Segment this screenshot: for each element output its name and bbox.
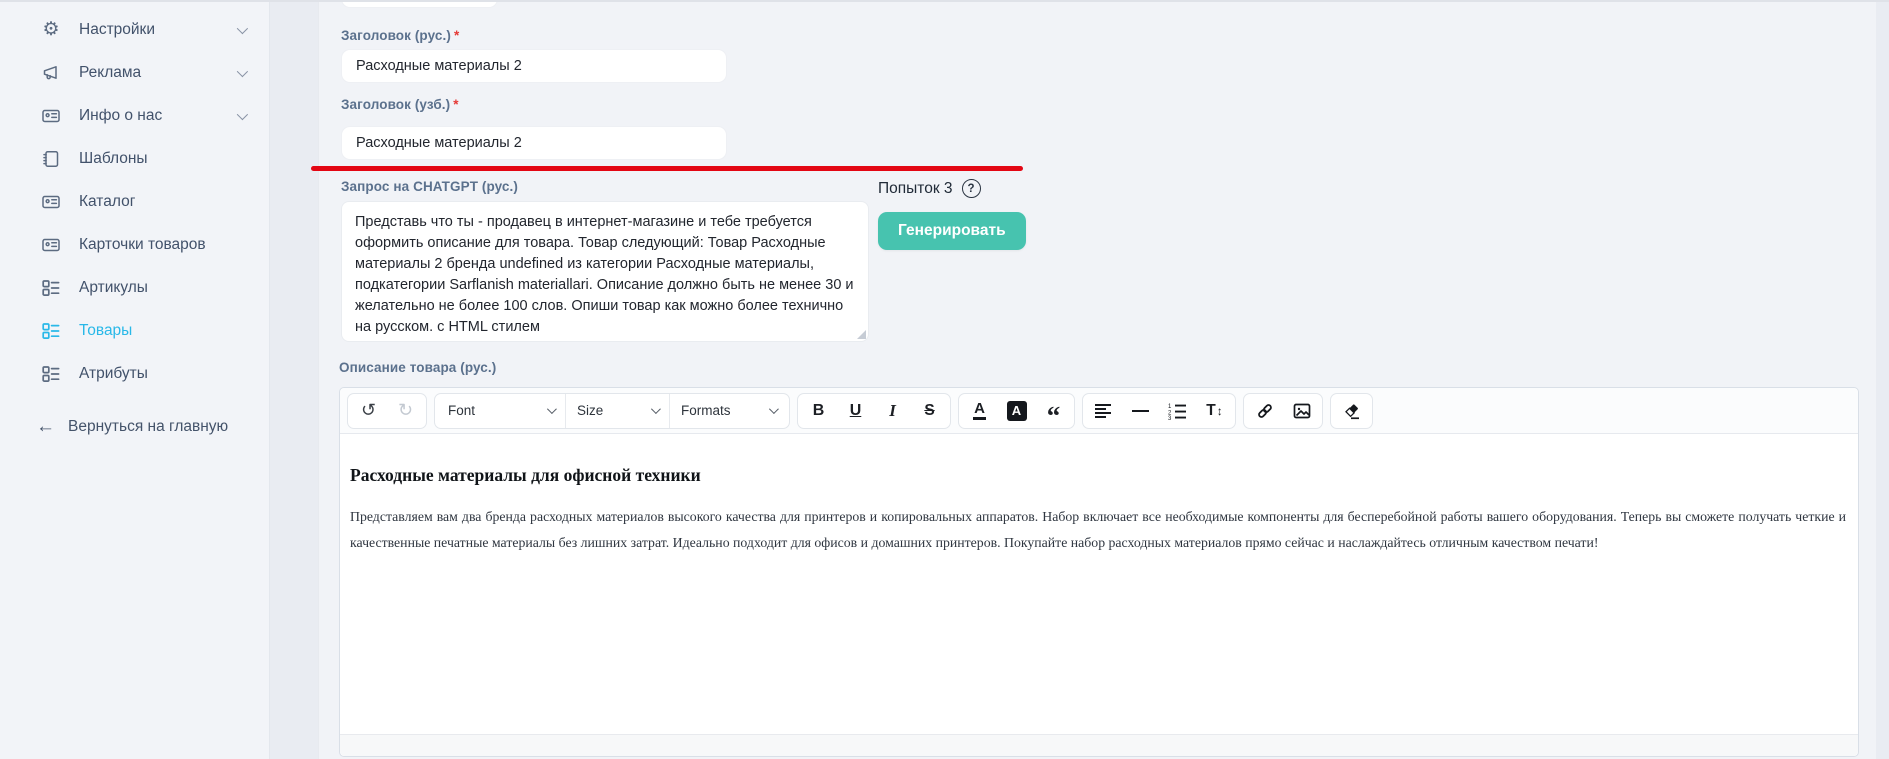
formats-select[interactable]: Formats xyxy=(669,394,787,428)
sidebar-item-label: Каталог xyxy=(79,193,135,211)
title-ru-input[interactable] xyxy=(341,49,727,83)
svg-text:3: 3 xyxy=(1168,416,1172,420)
id-card-icon xyxy=(40,106,62,126)
sidebar-item-templates[interactable]: Шаблоны xyxy=(0,137,269,180)
sidebar: ⚙ Настройки Реклама xyxy=(0,0,270,759)
title-ru-label: Заголовок (рус.)* xyxy=(341,28,459,43)
sidebar-item-label: Реклама xyxy=(79,64,141,82)
align-left-icon xyxy=(1095,404,1113,418)
content-panel: Заголовок (рус.)* Заголовок (узб.)* Запр… xyxy=(318,0,1876,759)
align-left-button[interactable] xyxy=(1085,395,1122,427)
eraser-icon xyxy=(1342,401,1362,421)
back-to-main-link[interactable]: ← Вернуться на главную xyxy=(0,417,269,436)
clear-formatting-button[interactable] xyxy=(1333,395,1370,427)
chevron-down-icon xyxy=(769,404,779,414)
sidebar-item-label: Карточки товаров xyxy=(79,236,206,254)
back-arrow-icon: ← xyxy=(36,417,55,436)
chevron-down-icon xyxy=(237,65,248,76)
chatgpt-prompt-textarea[interactable]: Представь что ты - продавец в интернет-м… xyxy=(341,201,869,342)
id-card-icon xyxy=(40,235,62,255)
size-select[interactable]: Size xyxy=(565,394,669,428)
id-card-icon xyxy=(40,192,62,212)
link-icon xyxy=(1255,401,1275,421)
list-icon xyxy=(40,321,62,341)
undo-icon[interactable]: ↺ xyxy=(350,395,387,427)
red-annotation-line xyxy=(311,166,1023,171)
editor-status-bar xyxy=(340,734,1858,756)
svg-text:1: 1 xyxy=(1168,404,1172,410)
ordered-list-button[interactable]: 1 2 3 xyxy=(1159,395,1196,427)
image-icon xyxy=(1292,401,1312,421)
underline-button[interactable]: U xyxy=(837,395,874,427)
sidebar-item-articles[interactable]: Артикулы xyxy=(0,266,269,309)
product-description-paragraph: Представляем вам два бренда расходных ма… xyxy=(350,504,1846,556)
sidebar-item-label: Шаблоны xyxy=(79,150,148,168)
redo-icon[interactable]: ↻ xyxy=(387,395,424,427)
image-button[interactable] xyxy=(1283,395,1320,427)
list-icon xyxy=(40,278,62,298)
text-color-icon: A xyxy=(973,401,986,421)
toolbar-group-basic: B U I S xyxy=(797,393,951,429)
sidebar-item-label: Инфо о нас xyxy=(79,107,162,125)
sidebar-item-products[interactable]: Товары xyxy=(0,309,269,352)
strikethrough-button[interactable]: S xyxy=(911,395,948,427)
title-uz-input[interactable] xyxy=(341,126,727,160)
blockquote-icon: “ xyxy=(1047,399,1061,422)
ordered-list-icon: 1 2 3 xyxy=(1168,402,1187,420)
sidebar-nav: ⚙ Настройки Реклама xyxy=(0,0,269,395)
chatgpt-prompt-label: Запрос на CHATGPT (рус.) xyxy=(341,179,518,194)
toolbar-group-color: A A “ xyxy=(958,393,1075,429)
chevron-down-icon xyxy=(237,108,248,119)
generate-button[interactable]: Генерировать xyxy=(878,212,1026,250)
chevron-down-icon xyxy=(237,22,248,33)
help-icon[interactable]: ? xyxy=(962,179,981,198)
bold-button[interactable]: B xyxy=(800,395,837,427)
horizontal-rule-icon xyxy=(1132,410,1149,412)
megaphone-icon xyxy=(40,63,62,83)
toolbar-group-clear xyxy=(1330,393,1373,429)
blockquote-button[interactable]: “ xyxy=(1035,395,1072,427)
sidebar-item-label: Артикулы xyxy=(79,279,148,297)
required-asterisk: * xyxy=(453,97,458,112)
gear-icon: ⚙ xyxy=(40,20,62,40)
sidebar-item-product-cards[interactable]: Карточки товаров xyxy=(0,223,269,266)
sidebar-item-attributes[interactable]: Атрибуты xyxy=(0,352,269,395)
toolbar-group-history: ↺ ↻ xyxy=(347,393,427,429)
title-uz-label: Заголовок (узб.)* xyxy=(341,97,459,112)
sidebar-item-about[interactable]: Инфо о нас xyxy=(0,94,269,137)
horizontal-rule-button[interactable] xyxy=(1122,395,1159,427)
sidebar-item-catalog[interactable]: Каталог xyxy=(0,180,269,223)
font-select[interactable]: Font xyxy=(437,394,565,428)
chevron-down-icon xyxy=(547,404,557,414)
line-height-button[interactable]: T↕ xyxy=(1196,395,1233,427)
editor-content-area[interactable]: Расходные материалы для офисной техники … xyxy=(340,434,1858,734)
templates-icon xyxy=(40,149,62,169)
sidebar-item-label: Товары xyxy=(79,322,132,340)
background-color-button[interactable]: A xyxy=(998,395,1035,427)
sidebar-item-ads[interactable]: Реклама xyxy=(0,51,269,94)
background-color-icon: A xyxy=(1007,401,1027,421)
attempts-counter: Попыток 3 ? xyxy=(878,179,981,198)
italic-button[interactable]: I xyxy=(874,395,911,427)
link-button[interactable] xyxy=(1246,395,1283,427)
description-label: Описание товара (рус.) xyxy=(339,360,496,375)
toolbar-group-paragraph: 1 2 3 T↕ xyxy=(1082,393,1236,429)
sidebar-item-label: Атрибуты xyxy=(79,365,148,383)
line-height-icon: T↕ xyxy=(1206,402,1222,420)
sidebar-item-settings[interactable]: ⚙ Настройки xyxy=(0,8,269,51)
toolbar-group-selects: Font Size Formats xyxy=(434,393,790,429)
text-color-button[interactable]: A xyxy=(961,395,998,427)
toolbar-group-insert xyxy=(1243,393,1323,429)
sidebar-item-label: Настройки xyxy=(79,21,155,39)
chevron-down-icon xyxy=(651,404,661,414)
textarea-resize-handle[interactable] xyxy=(857,330,866,339)
back-link-label: Вернуться на главную xyxy=(68,418,228,436)
list-icon xyxy=(40,364,62,384)
rich-text-editor: ↺ ↻ Font Size Formats B U I S xyxy=(339,387,1859,757)
product-description-heading: Расходные материалы для офисной техники xyxy=(350,465,1846,486)
attempts-label: Попыток 3 xyxy=(878,180,953,198)
required-asterisk: * xyxy=(454,28,459,43)
editor-toolbar: ↺ ↻ Font Size Formats B U I S xyxy=(340,388,1858,434)
top-divider xyxy=(0,0,1889,2)
